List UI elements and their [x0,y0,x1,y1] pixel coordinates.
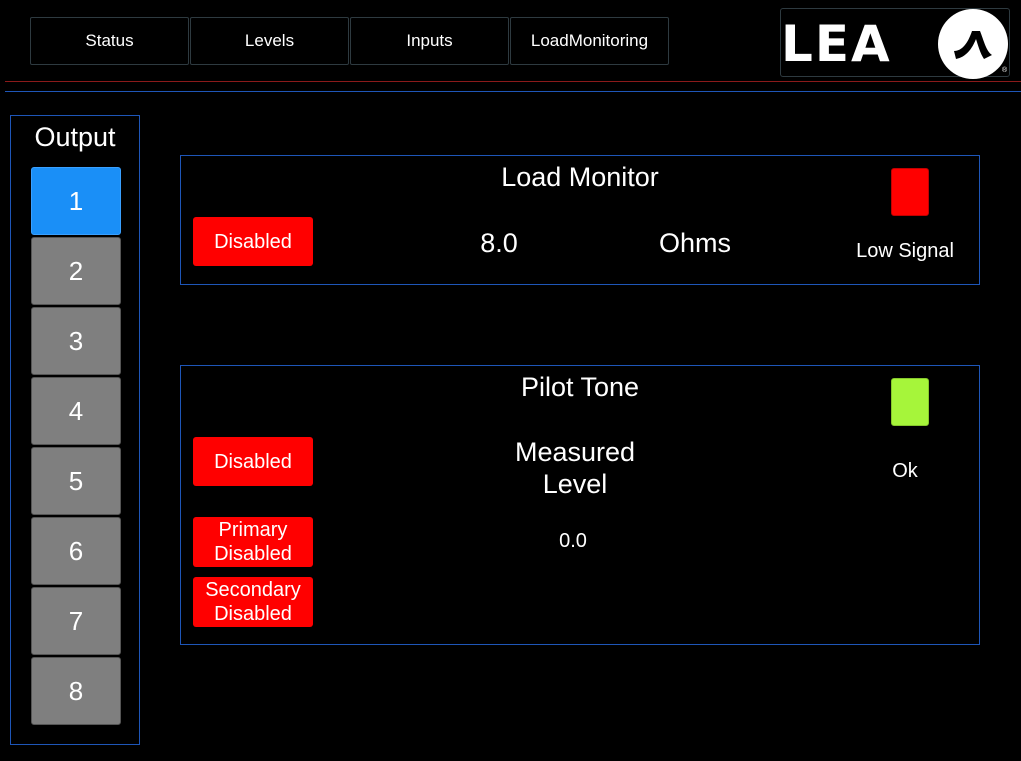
output-button-1[interactable]: 1 [31,167,121,235]
tab-levels[interactable]: Levels [190,17,349,65]
load-monitor-enable-button[interactable]: Disabled [193,217,313,266]
impedance-value: 8.0 [480,228,518,258]
load-monitoring-page: Status Levels Inputs LoadMonitoring LEA … [0,0,1021,761]
measured-level-value: 0.0 [559,530,587,552]
registered-mark: ® [1002,67,1008,74]
output-button-2[interactable]: 2 [31,237,121,305]
output-title: Output [34,122,116,152]
impedance-unit: Ohms [658,228,731,258]
output-button-3[interactable]: 3 [31,307,121,375]
output-button-6[interactable]: 6 [31,517,121,585]
load-monitor-panel: Load Monitor Disabled 8.0 Ohms Low Signa… [180,155,980,285]
tab-load-monitoring[interactable]: LoadMonitoring [510,17,669,65]
measured-label-line2: Level [542,469,608,499]
output-button-8[interactable]: 8 [31,657,121,725]
secondary-toggle-button[interactable]: Secondary Disabled [193,577,313,627]
load-status-label: Low Signal [856,240,954,262]
pilot-tone-title: Pilot Tone [520,372,640,402]
load-monitor-title: Load Monitor [501,162,659,192]
output-button-7[interactable]: 7 [31,587,121,655]
primary-toggle-button[interactable]: Primary Disabled [193,517,313,567]
output-button-5[interactable]: 5 [31,447,121,515]
pilot-status-label: Ok [892,460,918,482]
lea-emblem-icon [938,9,1008,79]
output-button-4[interactable]: 4 [31,377,121,445]
pilot-tone-panel: Pilot Tone Disabled Primary Disabled Sec… [180,365,980,645]
divider-blue [5,91,1021,92]
divider-red [5,81,1021,82]
measured-level-label: Measured Level [475,436,675,500]
logo-text: LEA [781,15,892,73]
pilot-tone-enable-button[interactable]: Disabled [193,437,313,486]
brand-logo: LEA ® [780,8,1010,79]
load-status-indicator [891,168,929,216]
tab-inputs[interactable]: Inputs [350,17,509,65]
measured-label-line1: Measured [514,437,636,467]
pilot-status-indicator [891,378,929,426]
tab-status[interactable]: Status [30,17,189,65]
output-selector-panel: Output 1 2 3 4 5 6 7 8 [10,115,140,745]
